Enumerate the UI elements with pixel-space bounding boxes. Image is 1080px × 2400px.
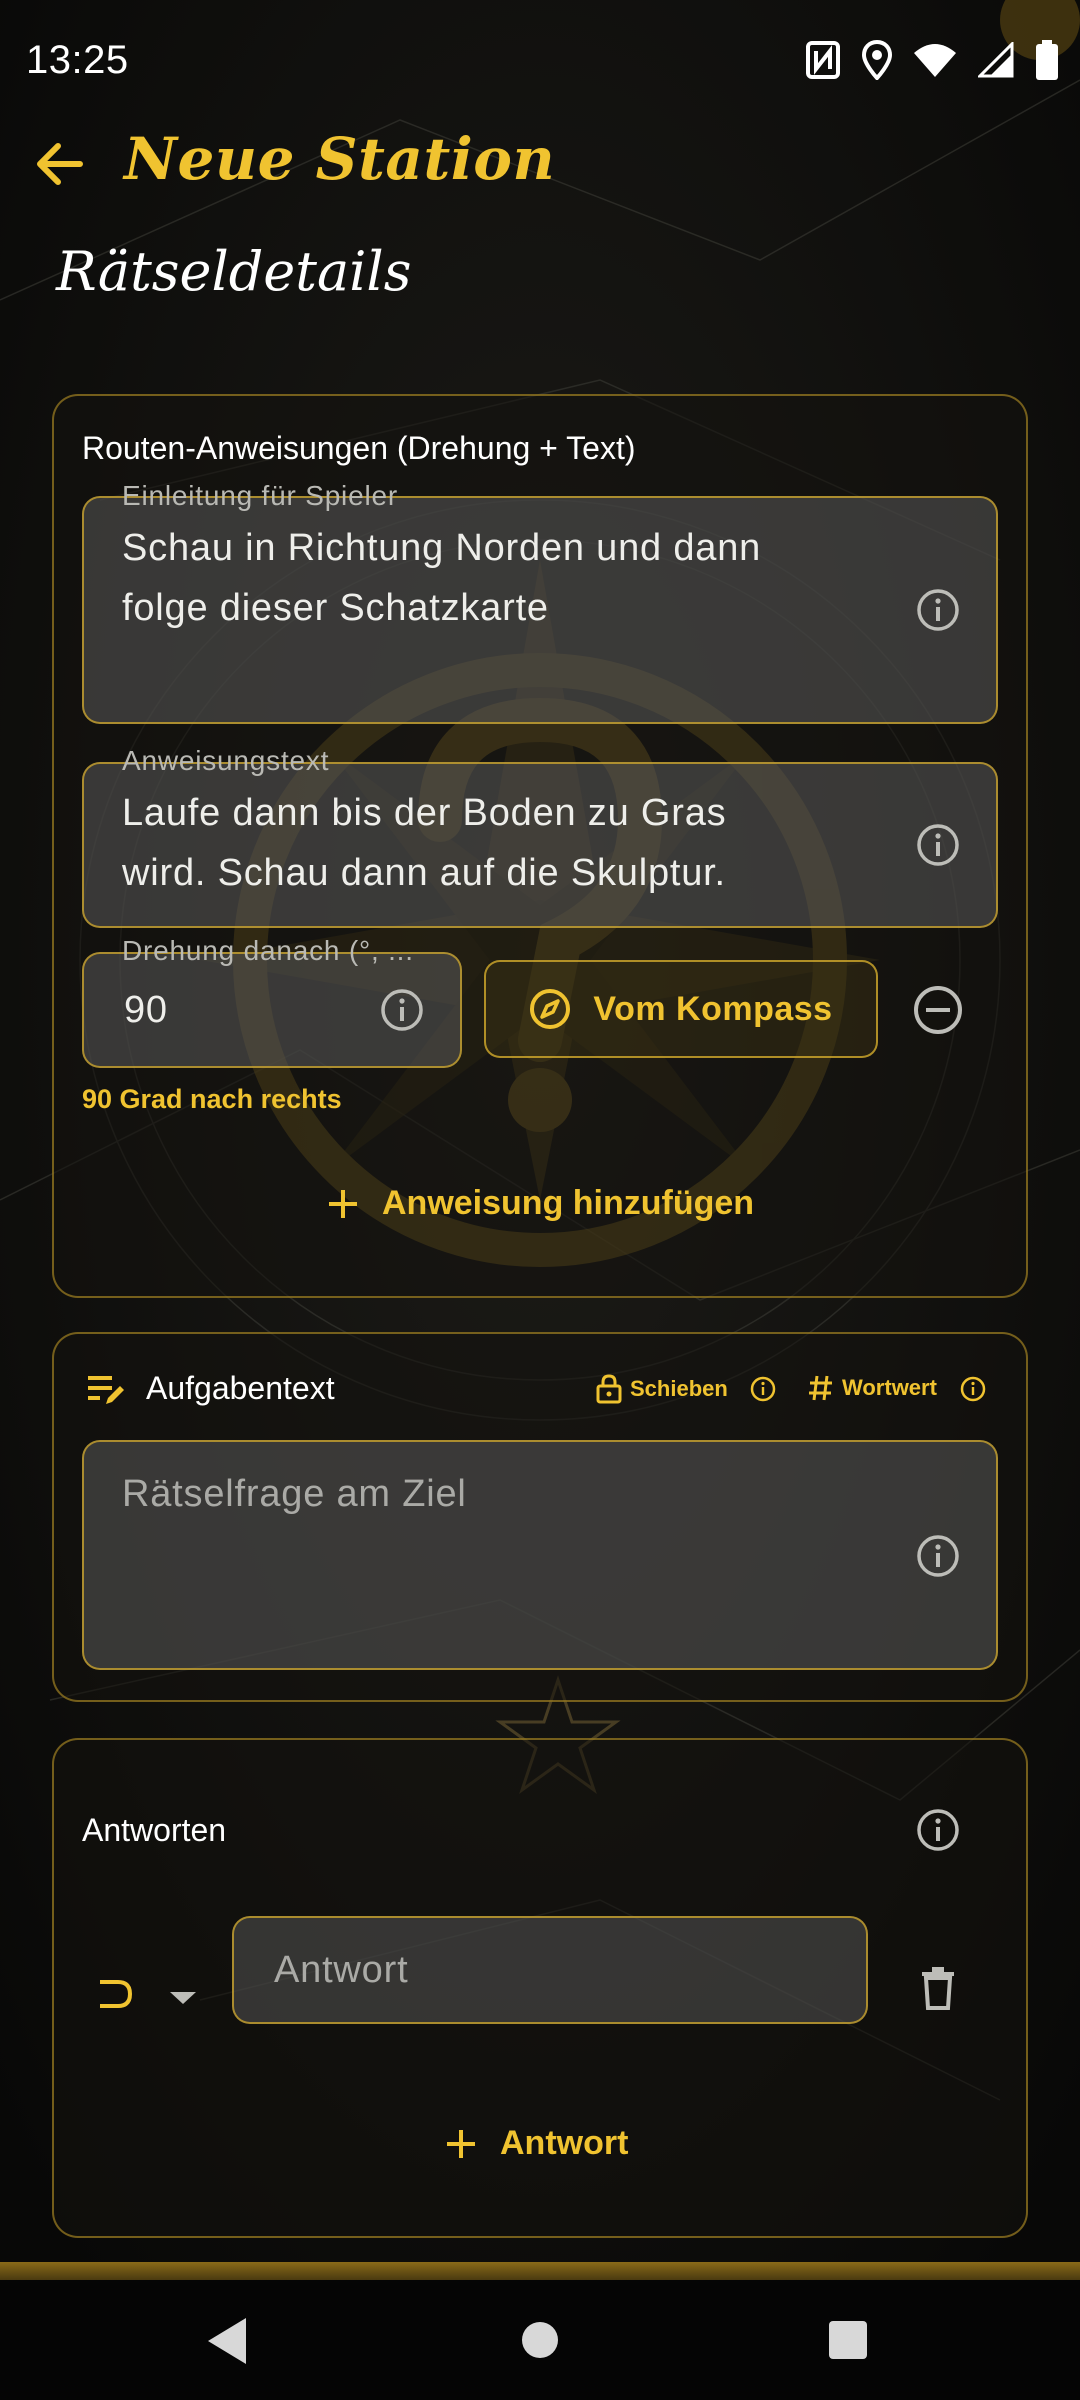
wordvalue-chip[interactable]: Wortwert: [808, 1374, 937, 1402]
from-compass-label: Vom Kompass: [593, 989, 833, 1028]
nav-divider: [0, 2262, 1080, 2280]
hash-icon: [809, 1375, 832, 1401]
match-type-dropdown[interactable]: [96, 1974, 206, 2018]
add-instruction-button[interactable]: Anweisung hinzufügen: [326, 1184, 754, 1223]
intro-field-label: Einleitung für Spieler: [122, 480, 398, 511]
section-title: Rätseldetails: [56, 240, 412, 303]
wordvalue-chip-label: Wortwert: [842, 1375, 937, 1400]
system-nav-bar: [0, 2280, 1080, 2400]
rotation-field-label: Drehung danach (°, ...: [122, 935, 414, 966]
info-icon[interactable]: [916, 823, 960, 867]
info-icon[interactable]: [960, 1376, 986, 1402]
route-card-heading: Routen-Anweisungen (Drehung + Text): [82, 430, 636, 466]
info-icon[interactable]: [916, 1808, 960, 1852]
compass-icon: [530, 989, 571, 1029]
edit-notes-icon: [88, 1376, 124, 1404]
info-icon[interactable]: [916, 588, 960, 632]
nav-recents-icon[interactable]: [828, 2320, 868, 2360]
dropdown-arrow-icon: [170, 1992, 196, 2004]
delete-icon[interactable]: [918, 1966, 958, 2010]
task-text-placeholder: Rätselfrage am Ziel: [122, 1473, 467, 1515]
rotation-field-value: 90: [124, 989, 168, 1031]
info-icon[interactable]: [916, 1534, 960, 1578]
shift-chip-label: Schieben: [630, 1376, 728, 1401]
info-icon[interactable]: [380, 988, 424, 1032]
back-arrow-icon[interactable]: [30, 134, 90, 194]
info-icon[interactable]: [750, 1376, 776, 1402]
intro-field-line1: Schau in Richtung Norden und dann: [122, 527, 762, 569]
add-answer-button[interactable]: Antwort: [444, 2124, 628, 2163]
from-compass-button[interactable]: Vom Kompass: [484, 960, 878, 1058]
status-icons: [806, 40, 1058, 80]
battery-icon: [1036, 40, 1058, 80]
rotation-hint: 90 Grad nach rechts: [82, 1084, 342, 1114]
remove-circle-icon[interactable]: [912, 984, 964, 1036]
instruction-field-line1: Laufe dann bis der Boden zu Gras: [122, 792, 727, 834]
plus-icon: [329, 1189, 357, 1218]
intro-field-line2: folge dieser Schatzkarte: [122, 587, 549, 629]
add-answer-label: Antwort: [500, 2124, 629, 2162]
answer-placeholder: Antwort: [274, 1949, 409, 1991]
instruction-field-label: Anweisungstext: [122, 745, 330, 776]
answers-card-heading: Antworten: [82, 1812, 227, 1848]
task-card-heading: Aufgabentext: [146, 1370, 335, 1406]
add-instruction-label: Anweisung hinzufügen: [382, 1184, 755, 1222]
instruction-field-line2: wird. Schau dann auf die Skulptur.: [122, 852, 726, 894]
nfc-icon: [806, 41, 840, 79]
plus-icon: [447, 2129, 475, 2158]
nav-back-icon[interactable]: [206, 2316, 250, 2366]
nav-home-icon[interactable]: [520, 2320, 560, 2360]
lock-icon: [596, 1374, 622, 1404]
status-time: 13:25: [26, 38, 129, 82]
signal-icon: [978, 42, 1014, 78]
wifi-icon: [914, 44, 956, 77]
subset-icon: [100, 1980, 133, 2008]
shift-chip[interactable]: Schieben: [596, 1374, 728, 1404]
location-icon: [862, 40, 892, 80]
page-title: Neue Station: [124, 125, 556, 193]
